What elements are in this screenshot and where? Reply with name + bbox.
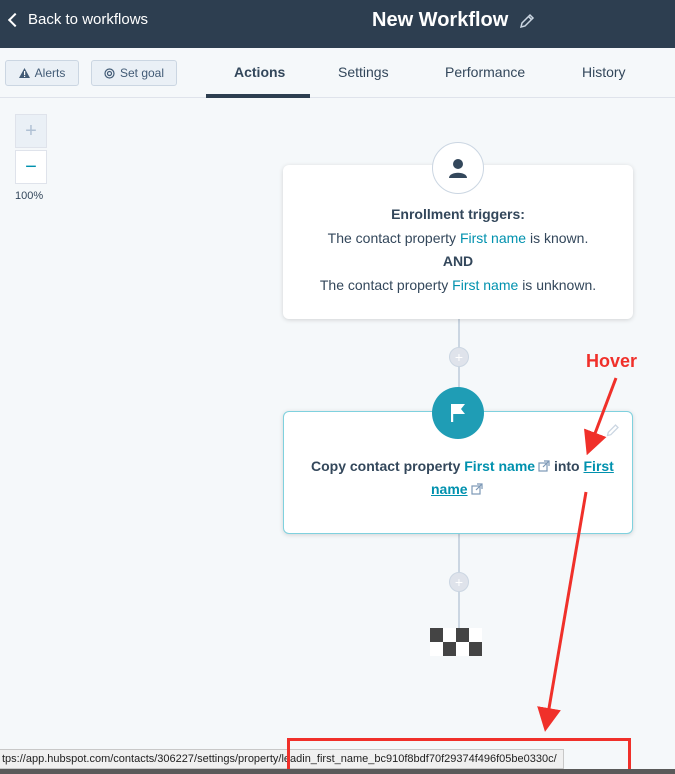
action-prefix: Copy contact property bbox=[311, 458, 461, 474]
person-icon bbox=[449, 159, 467, 178]
zoom-controls: + − bbox=[15, 114, 47, 184]
trigger-connector: AND bbox=[442, 253, 474, 269]
property-link[interactable]: First name bbox=[452, 277, 518, 293]
condition-suffix: is known. bbox=[529, 230, 589, 246]
zoom-out-button[interactable]: − bbox=[15, 150, 47, 184]
add-action-button[interactable]: + bbox=[449, 572, 469, 592]
tab-history[interactable]: History bbox=[582, 64, 626, 80]
hover-annotation-label: Hover bbox=[586, 351, 638, 371]
target-property-link[interactable]: First bbox=[584, 458, 614, 474]
external-link-icon[interactable] bbox=[538, 460, 550, 472]
action-middle: into bbox=[553, 458, 580, 474]
tab-performance[interactable]: Performance bbox=[445, 64, 525, 80]
checkered-flag-icon bbox=[430, 628, 482, 656]
flag-icon bbox=[451, 404, 465, 422]
tab-settings[interactable]: Settings bbox=[338, 64, 389, 80]
alerts-label: Alerts bbox=[34, 66, 66, 80]
action-icon-circle bbox=[432, 387, 484, 439]
condition-prefix: The contact property bbox=[327, 230, 457, 246]
condition-suffix: is unknown. bbox=[522, 277, 597, 293]
chevron-left-icon bbox=[7, 12, 23, 27]
action-description-line-1: Copy contact property First name into Fi… bbox=[311, 458, 614, 474]
trigger-condition-1: The contact property First name is known… bbox=[283, 230, 633, 246]
target-property-link-continued[interactable]: name bbox=[431, 481, 468, 497]
pencil-icon[interactable] bbox=[606, 423, 620, 437]
add-action-button[interactable]: + bbox=[449, 347, 469, 367]
top-header: Back to workflows New Workflow bbox=[0, 0, 675, 48]
warning-icon bbox=[18, 68, 30, 78]
trigger-condition-2: The contact property First name is unkno… bbox=[283, 277, 633, 293]
set-goal-label: Set goal bbox=[119, 66, 165, 80]
set-goal-button[interactable]: Set goal bbox=[91, 60, 177, 86]
back-label: Back to workflows bbox=[28, 11, 149, 28]
bottom-strip bbox=[0, 769, 675, 774]
back-to-workflows-link[interactable]: Back to workflows bbox=[7, 11, 149, 28]
property-link[interactable]: First name bbox=[460, 230, 526, 246]
action-description-line-2: name bbox=[431, 481, 483, 497]
zoom-level: 100% bbox=[15, 190, 44, 202]
active-tab-indicator bbox=[206, 94, 310, 98]
trigger-icon-circle bbox=[432, 142, 484, 194]
url-highlight-box bbox=[287, 738, 631, 772]
tab-actions[interactable]: Actions bbox=[234, 64, 285, 80]
condition-prefix: The contact property bbox=[319, 277, 449, 293]
annotation-arrows bbox=[537, 377, 618, 732]
workflow-title[interactable]: New Workflow bbox=[372, 9, 508, 32]
external-link-icon[interactable] bbox=[470, 483, 483, 495]
zoom-in-button[interactable]: + bbox=[15, 114, 47, 148]
trigger-heading: Enrollment triggers: bbox=[391, 206, 525, 222]
target-icon bbox=[104, 67, 115, 79]
source-property-link[interactable]: First name bbox=[464, 458, 535, 474]
alerts-button[interactable]: Alerts bbox=[5, 60, 79, 86]
pencil-icon[interactable] bbox=[519, 13, 535, 29]
tab-bar: Alerts Set goal Actions Settings Perform… bbox=[0, 48, 675, 98]
